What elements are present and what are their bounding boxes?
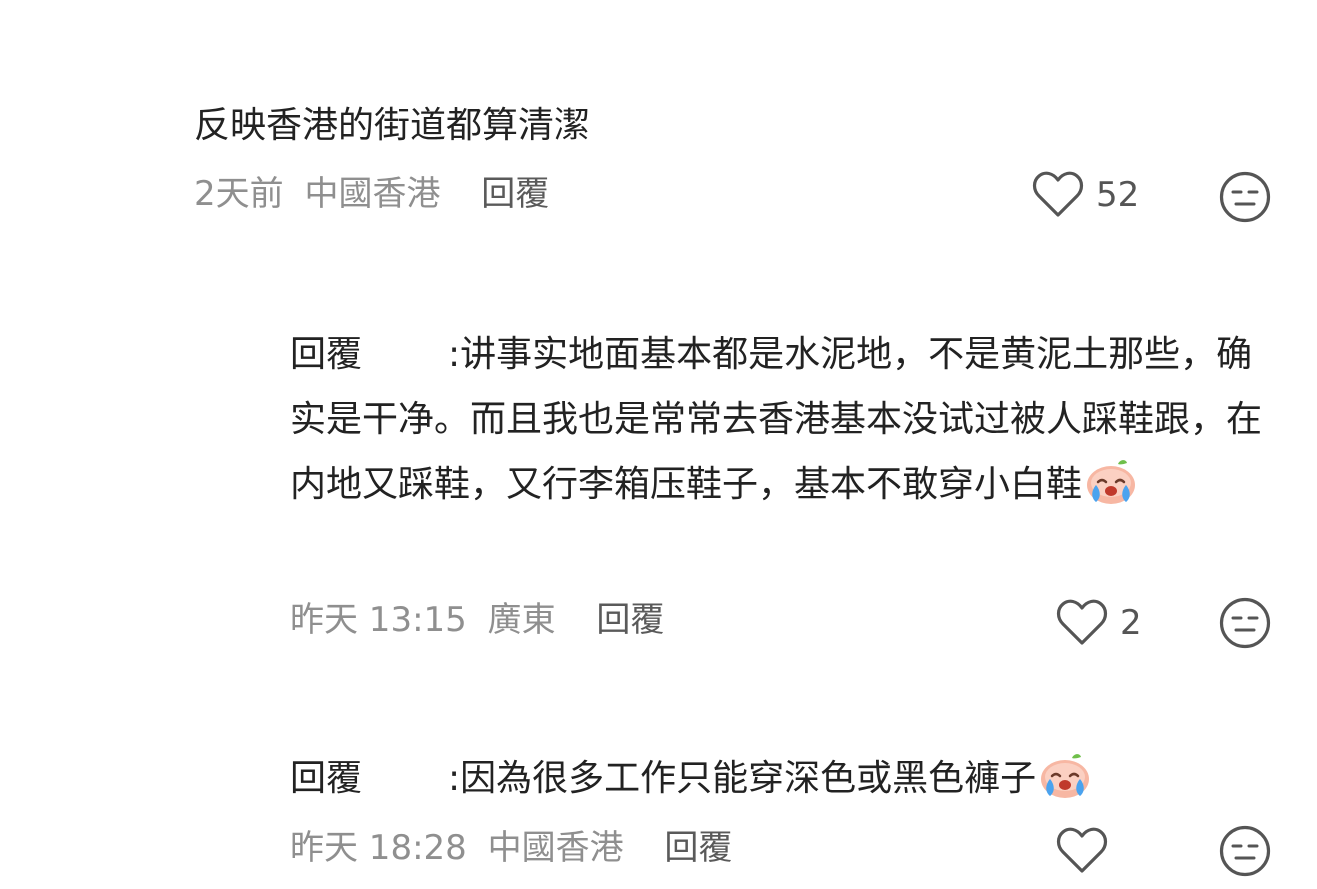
reply-body: 回覆:讲事实地面基本都是水泥地，不是黄泥土那些，确实是干净。而且我也是常常去香港… [290, 322, 1275, 517]
reply-body: 回覆:因為很多工作只能穿深色或黑色褲子 [290, 746, 1275, 811]
comment: 反映香港的街道都算清潔 2天前 中國香港 回覆 52 [0, 0, 1317, 240]
neutral-face-icon [1218, 597, 1272, 654]
reply-author[interactable]: 回覆 [290, 334, 362, 375]
crying-face-emoji [1084, 458, 1138, 506]
reply-author[interactable]: 回覆 [290, 758, 362, 799]
comment-reply-button[interactable]: 回覆 [481, 174, 549, 214]
reply-time: 昨天 18:28 [290, 828, 467, 868]
reply-dislike-button[interactable] [1218, 824, 1272, 882]
reply-separator: : [448, 758, 461, 799]
comment-meta: 2天前 中國香港 回覆 [194, 172, 549, 216]
neutral-face-icon [1218, 171, 1272, 228]
reply-text: 因為很多工作只能穿深色或黑色褲子 [460, 758, 1037, 799]
reply-dislike-button[interactable] [1218, 596, 1272, 654]
crying-face-emoji [1038, 752, 1092, 800]
comment-text: 反映香港的街道都算清潔 [194, 105, 591, 146]
reply-separator: : [448, 334, 461, 375]
reply-meta: 昨天 13:15 廣東 回覆 [290, 598, 664, 642]
heart-outline-icon [1032, 170, 1084, 220]
comment-like-count: 52 [1096, 175, 1140, 215]
neutral-face-icon [1218, 825, 1272, 882]
reply-location: 中國香港 [487, 828, 624, 868]
reply-reply-button[interactable]: 回覆 [664, 828, 732, 868]
comment-like-button[interactable]: 52 [1032, 170, 1139, 220]
reply-like-count: 2 [1120, 603, 1142, 643]
heart-outline-icon [1056, 826, 1108, 876]
reply-like-button[interactable]: 2 [1056, 598, 1142, 648]
reply-like-button[interactable] [1056, 826, 1120, 876]
reply-item: 回覆:因為很多工作只能穿深色或黑色褲子 昨天 18:28 中國香港 回覆 [0, 730, 1317, 889]
reply-meta: 昨天 18:28 中國香港 回覆 [290, 826, 732, 870]
reply-location: 廣東 [487, 600, 556, 640]
heart-outline-icon [1056, 598, 1108, 648]
reply-reply-button[interactable]: 回覆 [596, 600, 664, 640]
comment-dislike-button[interactable] [1218, 170, 1272, 228]
comment-time: 2天前 [194, 174, 284, 214]
reply-item: 回覆:讲事实地面基本都是水泥地，不是黄泥土那些，确实是干净。而且我也是常常去香港… [0, 300, 1317, 660]
reply-time: 昨天 13:15 [290, 600, 467, 640]
comment-location: 中國香港 [304, 174, 441, 214]
